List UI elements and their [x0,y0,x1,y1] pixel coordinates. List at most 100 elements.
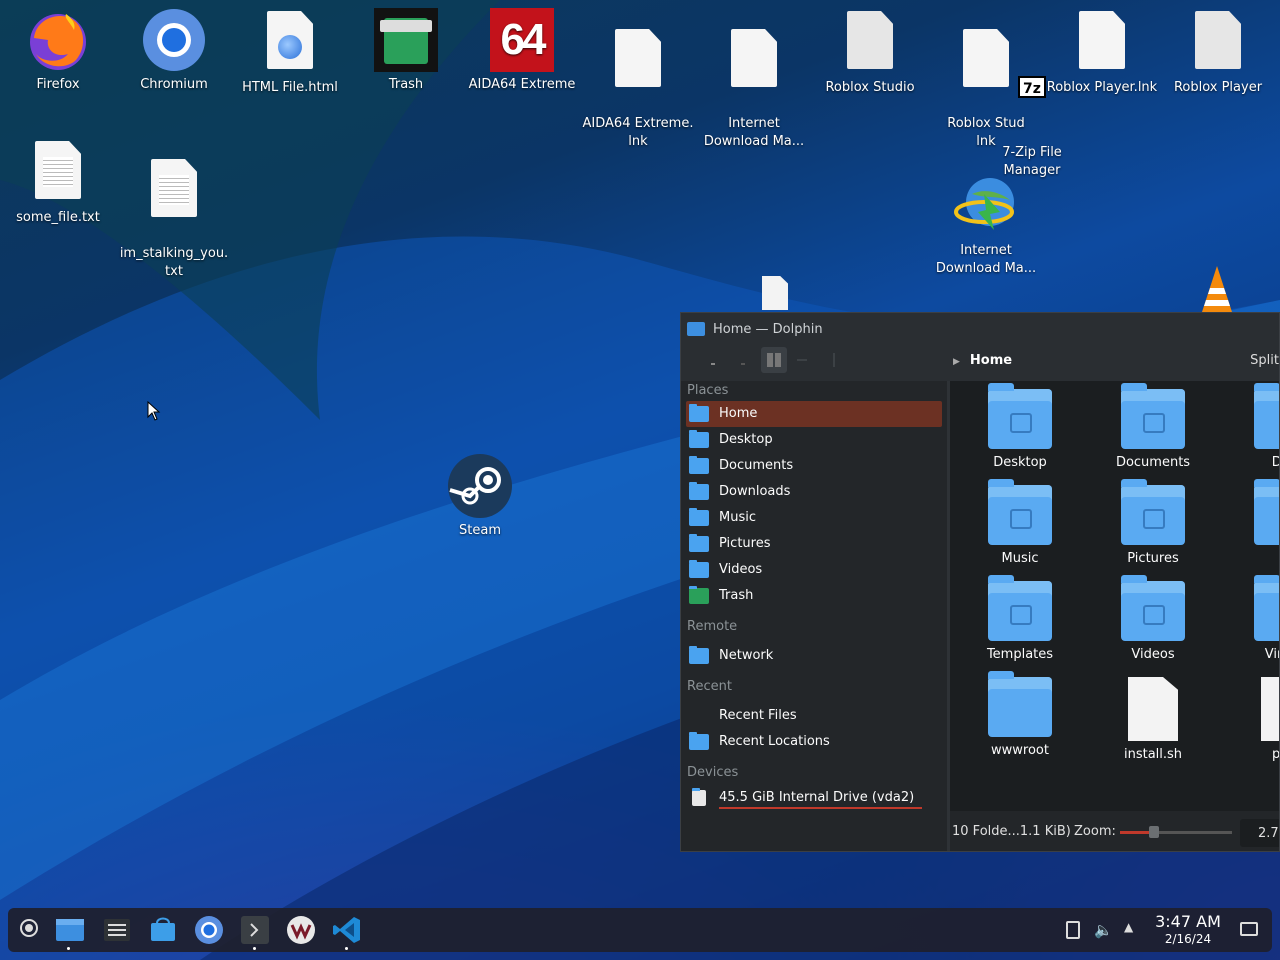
zoom-slider[interactable] [1120,826,1232,838]
folder-item-downloads[interactable]: Dow [1226,383,1279,470]
desktop-icon-trash[interactable]: Trash [350,8,462,94]
vlc-icon[interactable] [1194,266,1240,316]
text-file-icon [26,141,90,205]
desktop-icon-aida64[interactable]: 64 AIDA64 Extreme [466,8,578,94]
compact-view-button[interactable] [797,359,807,361]
status-text: 10 Folde...1.1 KiB) [952,824,1071,839]
desktop-icon-html-file[interactable]: HTML File.html [234,8,346,97]
place-internal-drive[interactable]: 45.5 GiB Internal Drive (vda2) [686,785,942,811]
folder-item-desktop[interactable]: Desktop [960,383,1080,470]
taskbar-dolphin[interactable] [54,915,84,950]
place-videos[interactable]: Videos [686,557,942,583]
folder-icon [988,479,1052,545]
clipboard-icon[interactable] [1066,921,1080,939]
desktop-icon-idm-lnk[interactable]: Internet Download Ma... [698,8,810,169]
videos-folder-icon [689,560,709,578]
folder-icon [1254,383,1279,449]
file-item-install-sh[interactable]: install.sh [1093,677,1213,762]
desktop-icon-im-stalking-you[interactable]: im_stalking_you. txt [118,138,230,299]
file-view[interactable]: Desktop Documents Dow Music Pictures Pu … [950,381,1279,811]
application-launcher-button[interactable] [16,915,46,945]
text-file-icon [142,159,206,223]
place-pictures[interactable]: Pictures [686,531,942,557]
taskbar-discover[interactable] [148,915,178,945]
place-recent-files[interactable]: Recent Files [686,703,942,729]
place-label: Desktop [719,432,773,447]
file-icon[interactable] [762,276,788,310]
running-indicator [345,947,348,950]
place-desktop[interactable]: Desktop [686,427,942,453]
folder-icon [1254,575,1279,641]
forward-button[interactable] [741,363,745,365]
script-file-icon [1128,677,1178,741]
place-network[interactable]: Network [686,643,942,669]
recent-section-title: Recent [687,679,732,694]
desktop-icon-chromium[interactable]: Chromium [118,8,230,94]
folder-item-virtual[interactable]: Virtual [1226,575,1279,662]
chevron-up-icon[interactable]: ▲ [1124,920,1133,934]
taskbar-system-settings[interactable] [102,915,132,945]
item-label: peni [1271,747,1280,762]
desktop-icon-aida64-lnk[interactable]: AIDA64 Extreme. lnk [582,8,694,169]
taskbar-konsole[interactable] [240,915,270,950]
konsole-icon [241,916,269,944]
folder-icon [988,671,1052,737]
show-desktop-icon[interactable] [1240,922,1258,936]
place-downloads[interactable]: Downloads [686,479,942,505]
taskbar-chromium[interactable] [194,915,224,945]
places-section-title: Places [687,383,729,398]
vscode-icon [333,917,360,943]
desktop-icon-roblox-player[interactable]: Roblox Player [1162,8,1274,97]
item-label: Pictures [1127,551,1179,566]
zoom-slider-handle[interactable] [1148,826,1159,838]
place-documents[interactable]: Documents [686,453,942,479]
place-label: 45.5 GiB Internal Drive (vda2) [719,790,915,805]
dolphin-icon [56,919,84,941]
split-button[interactable]: Split [1250,353,1279,368]
free-space-indicator[interactable]: 2.7 [1240,819,1279,847]
desktop-icon-roblox-studio[interactable]: Roblox Studio [814,8,926,97]
desktop-icon-some-file[interactable]: some_file.txt [2,138,114,227]
desktop-icon-label: Chromium [140,77,208,92]
place-label: Videos [719,562,763,577]
free-space-text: 2.7 [1258,826,1279,841]
breadcrumb-home[interactable]: Home [970,353,1012,368]
folder-item-wwwroot[interactable]: wwwroot [960,671,1080,758]
icons-view-button[interactable] [761,347,787,373]
clock[interactable]: 3:47 AM 2/16/24 [1150,912,1226,947]
folder-icon [1121,383,1185,449]
place-music[interactable]: Music [686,505,942,531]
folder-item-public[interactable]: Pu [1226,479,1279,566]
music-folder-icon [689,508,709,526]
folder-item-pictures[interactable]: Pictures [1093,479,1213,566]
place-label: Recent Files [719,708,797,723]
folder-item-music[interactable]: Music [960,479,1080,566]
desktop-icon-label: some_file.txt [16,210,100,225]
taskbar-vscode[interactable] [332,915,362,950]
back-button[interactable] [711,363,715,365]
folder-item-documents[interactable]: Documents [1093,383,1213,470]
desktop-icon-idm[interactable]: Internet Download Ma... [930,138,1042,296]
desktop-icon-label: Steam [459,523,501,538]
desktop-icon-steam[interactable]: Steam [424,454,536,540]
mouse-cursor-icon [147,401,161,421]
place-home[interactable]: Home [686,401,942,427]
place-recent-locations[interactable]: Recent Locations [686,729,942,755]
folder-item-videos[interactable]: Videos [1093,575,1213,662]
desktop-icon-firefox[interactable]: Firefox [2,8,114,94]
details-view-button[interactable] [833,353,835,367]
volume-icon[interactable]: 🔈 [1094,921,1113,939]
folder-item-templates[interactable]: Templates [960,575,1080,662]
file-item-peni[interactable]: peni [1226,677,1280,762]
place-label: Recent Locations [719,734,830,749]
taskbar-virt-manager[interactable] [286,915,316,945]
toolbar: ▶ Home Split [681,345,1279,381]
desktop-icon-label: HTML File.html [242,80,338,95]
window-titlebar[interactable]: Home — Dolphin [681,313,1279,345]
breadcrumb[interactable]: ▶ Home [953,353,1012,368]
desktop-folder-icon [689,430,709,448]
dolphin-window[interactable]: Home — Dolphin ▶ Home Split Places Home D… [680,312,1280,852]
folder-icon [1254,479,1279,545]
place-trash[interactable]: Trash [686,583,942,609]
desktop-icon-label: im_stalking_you. txt [119,246,229,279]
